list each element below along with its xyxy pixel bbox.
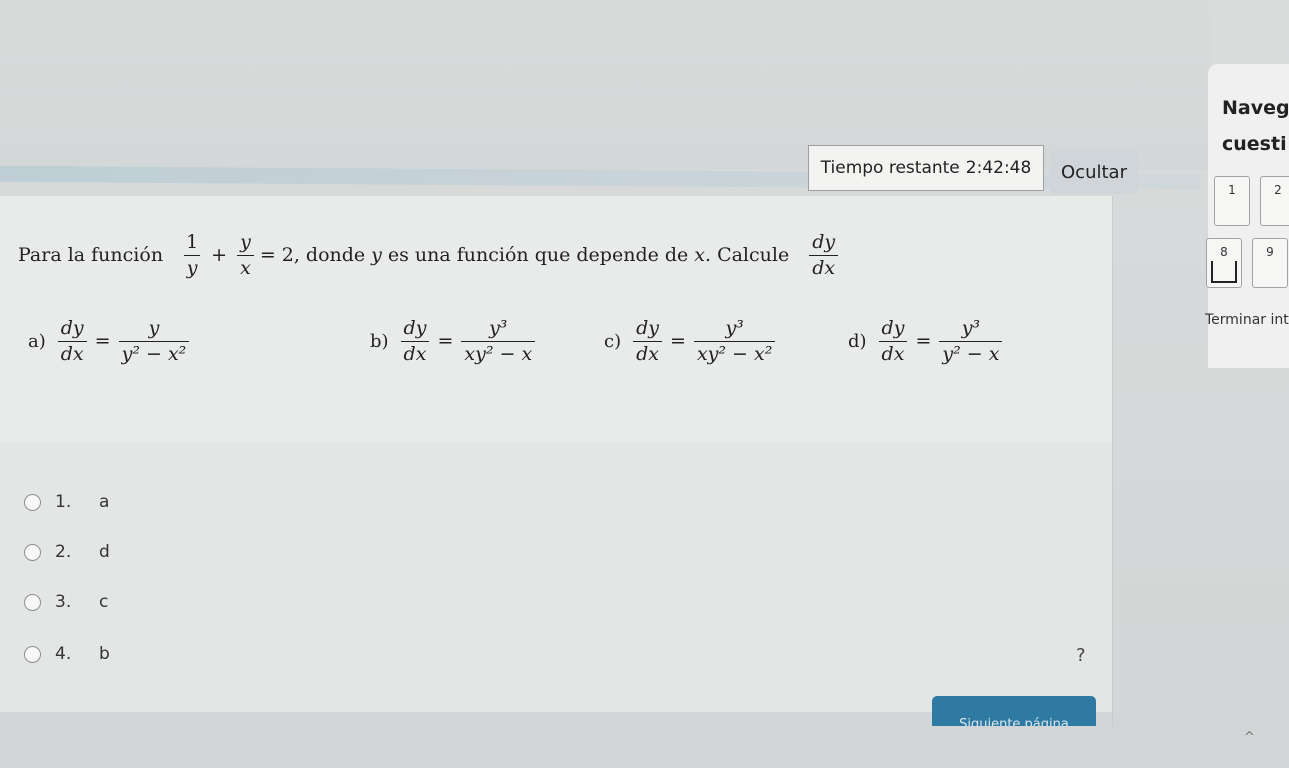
answer-choice-4[interactable]: 4. b bbox=[24, 644, 110, 664]
eq-fraction-2: y x bbox=[237, 232, 254, 279]
help-icon[interactable]: ? bbox=[1076, 645, 1086, 666]
panel-border bbox=[1112, 196, 1113, 726]
option-b: b) dy dx = y³ xy² − x bbox=[370, 318, 536, 365]
timer-value: 2:42:48 bbox=[965, 158, 1032, 178]
radio-button[interactable] bbox=[24, 593, 41, 611]
option-d: d) dy dx = y³ y² − x bbox=[848, 318, 1003, 365]
option-c: c) dy dx = y³ xy² − x² bbox=[604, 318, 776, 365]
finish-attempt-link[interactable]: Terminar intento... bbox=[1205, 312, 1289, 328]
eq-fraction-1: 1 y bbox=[183, 232, 201, 279]
nav-question-2[interactable]: 2 bbox=[1260, 176, 1289, 226]
answer-choice-3[interactable]: 3. c bbox=[24, 592, 108, 612]
answer-panel bbox=[0, 442, 1112, 712]
next-page-button[interactable]: Siguiente página bbox=[932, 696, 1096, 726]
chevron-up-icon[interactable]: ^ bbox=[1244, 730, 1255, 745]
derivative-fraction: dy dx bbox=[809, 232, 839, 279]
question-prefix: Para la función bbox=[18, 244, 164, 267]
question-text: Para la función 1 y + y x = 2, donde y e… bbox=[18, 232, 839, 279]
eq-rhs: = 2, bbox=[259, 244, 300, 267]
timer-box: Tiempo restante 2:42:48 bbox=[808, 145, 1044, 191]
radio-button[interactable] bbox=[24, 645, 41, 663]
nav-question-1[interactable]: 1 bbox=[1214, 176, 1250, 226]
radio-button[interactable] bbox=[24, 543, 41, 561]
hide-timer-button[interactable]: Ocultar bbox=[1050, 150, 1138, 194]
nav-question-9[interactable]: 9 bbox=[1252, 238, 1288, 288]
current-question-marker bbox=[1211, 261, 1237, 283]
answer-choice-2[interactable]: 2. d bbox=[24, 542, 110, 562]
quiz-navigation-title: Naveg cuesti bbox=[1222, 97, 1289, 155]
answer-choice-1[interactable]: 1. a bbox=[24, 492, 109, 512]
radio-button[interactable] bbox=[24, 493, 41, 511]
timer-label: Tiempo restante bbox=[820, 158, 960, 178]
option-a: a) dy dx = y y² − x² bbox=[28, 318, 190, 365]
nav-question-8-current[interactable]: 8 bbox=[1206, 238, 1242, 288]
